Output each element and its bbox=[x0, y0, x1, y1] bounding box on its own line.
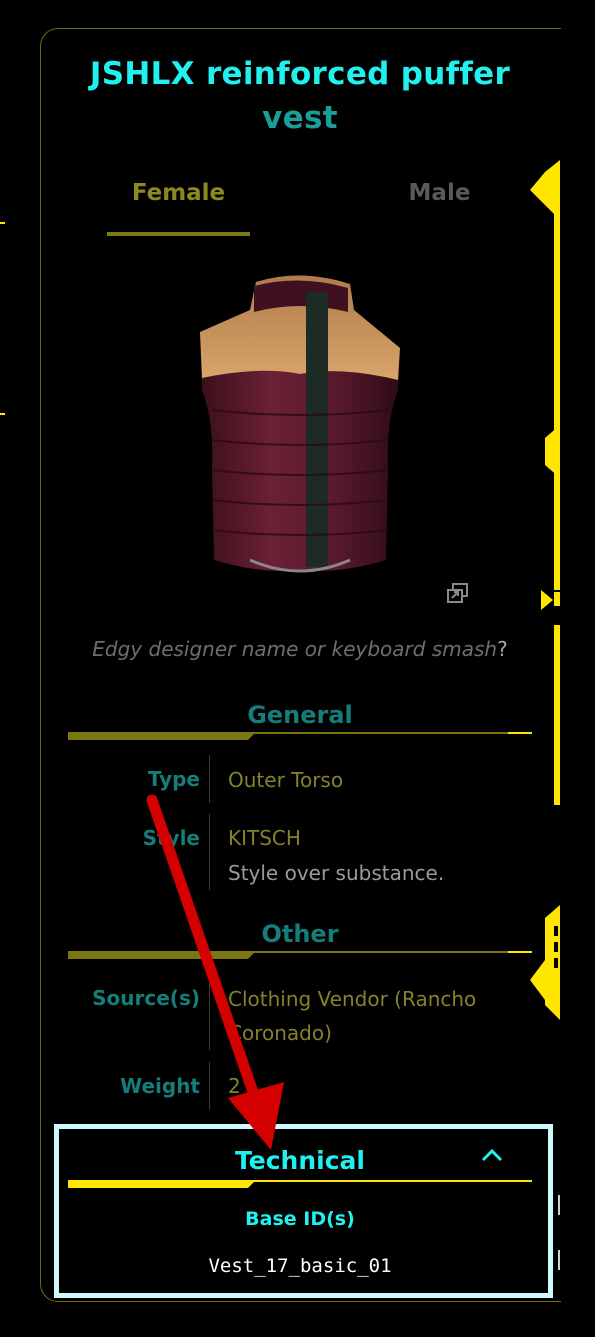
row-divider bbox=[209, 755, 210, 803]
title-line-1: JSHLX reinforced puffer bbox=[89, 56, 511, 92]
active-tab-indicator bbox=[107, 232, 250, 236]
chevron-up-icon[interactable] bbox=[480, 1146, 504, 1164]
weight-value: 2 bbox=[228, 1074, 241, 1098]
style-label: Style bbox=[142, 826, 200, 850]
source-label: Source(s) bbox=[92, 986, 200, 1010]
section-heading-other: Other bbox=[261, 920, 339, 948]
row-divider bbox=[209, 1062, 210, 1110]
base-id-label: Base ID(s) bbox=[245, 1208, 355, 1230]
caption-text: Edgy designer name or keyboard smash bbox=[92, 637, 498, 661]
item-card bbox=[40, 28, 561, 1302]
expand-icon[interactable] bbox=[446, 582, 470, 604]
base-id-value[interactable]: Vest_17_basic_01 bbox=[40, 1255, 560, 1277]
section-heading-technical[interactable]: Technical bbox=[68, 1146, 532, 1175]
tab-male[interactable]: Male bbox=[368, 180, 511, 206]
section-divider bbox=[68, 1180, 532, 1188]
section-divider bbox=[68, 732, 532, 740]
caption-question-mark[interactable]: ? bbox=[497, 637, 508, 661]
style-description: Style over substance. bbox=[228, 861, 445, 885]
row-divider bbox=[209, 974, 210, 1050]
type-label: Type bbox=[147, 767, 200, 791]
item-caption: Edgy designer name or keyboard smash? bbox=[40, 637, 560, 661]
tab-female[interactable]: Female bbox=[107, 180, 250, 206]
title-line-2: vest bbox=[262, 100, 338, 136]
row-divider bbox=[209, 814, 210, 890]
type-value: Outer Torso bbox=[228, 768, 344, 792]
section-divider bbox=[68, 951, 532, 959]
product-image bbox=[200, 275, 400, 573]
weight-label: Weight bbox=[120, 1074, 200, 1098]
style-value: KITSCH bbox=[228, 826, 301, 850]
source-value[interactable]: Clothing Vendor (Rancho Coronado) bbox=[228, 982, 528, 1050]
section-heading-general: General bbox=[247, 701, 353, 729]
page-title: JSHLX reinforced puffer vest bbox=[40, 52, 560, 140]
